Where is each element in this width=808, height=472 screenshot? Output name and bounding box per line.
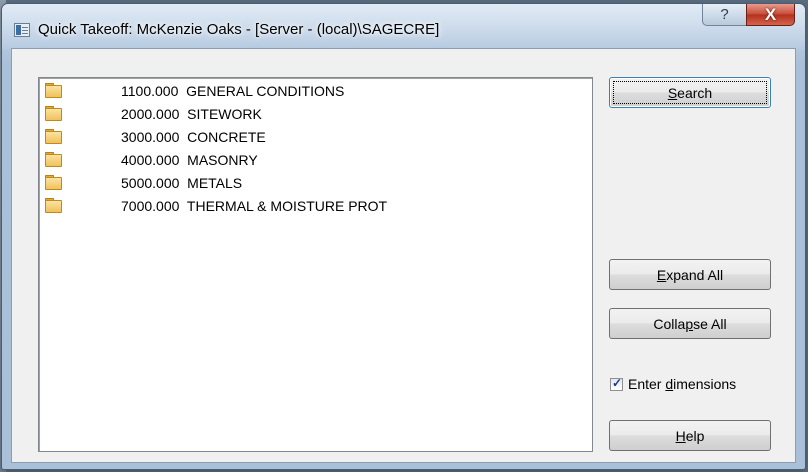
help-caption-button[interactable]: ? [702,4,747,26]
quick-takeoff-dialog: Quick Takeoff: McKenzie Oaks - [Server -… [2,4,805,469]
cost-code-tree[interactable]: 1100.000 GENERAL CONDITIONS 2000.000 SIT… [38,77,593,452]
enter-dimensions-label: Enter dimensions [628,376,737,392]
tree-item-label: 3000.000 CONCRETE [121,129,266,145]
close-button[interactable]: X [746,4,795,26]
folder-icon [45,175,62,190]
tree-item[interactable]: 1100.000 GENERAL CONDITIONS [39,80,579,103]
tree-item-label: 2000.000 SITEWORK [121,106,262,122]
tree-item[interactable]: 7000.000 THERMAL & MOISTURE PROT [39,195,579,218]
folder-icon [45,152,62,167]
enter-dimensions-option[interactable]: ✓ Enter dimensions [610,376,736,392]
help-button-label: Help [675,427,705,444]
app-window-icon[interactable] [14,23,30,37]
collapse-all-label: Collapse All [653,315,727,332]
checkmark-icon: ✓ [612,375,623,390]
folder-icon [45,106,62,121]
search-button[interactable]: Search [609,77,771,108]
folder-icon [45,83,62,98]
tree-item-label: 1100.000 GENERAL CONDITIONS [121,83,345,99]
tree-item-label: 5000.000 METALS [121,175,243,191]
title-bar[interactable]: Quick Takeoff: McKenzie Oaks - [Server -… [2,4,805,50]
question-mark-icon: ? [720,6,729,23]
close-icon: X [764,4,777,24]
tree-item[interactable]: 2000.000 SITEWORK [39,103,579,126]
folder-icon [45,198,62,213]
expand-all-button[interactable]: Expand All [609,259,771,290]
folder-icon [45,129,62,144]
tree-item[interactable]: 5000.000 METALS [39,172,579,195]
expand-all-label: Expand All [656,266,724,283]
tree-item-label: 4000.000 MASONRY [121,152,258,168]
help-button[interactable]: Help [609,420,771,451]
dialog-client-area: 1100.000 GENERAL CONDITIONS 2000.000 SIT… [11,48,796,463]
window-title: Quick Takeoff: McKenzie Oaks - [Server -… [38,21,440,38]
tree-item[interactable]: 3000.000 CONCRETE [39,126,579,149]
enter-dimensions-checkbox[interactable]: ✓ [610,375,623,391]
search-button-label: Search [667,84,713,101]
collapse-all-button[interactable]: Collapse All [609,308,771,339]
tree-item-label: 7000.000 THERMAL & MOISTURE PROT [121,198,388,214]
tree-item[interactable]: 4000.000 MASONRY [39,149,579,172]
